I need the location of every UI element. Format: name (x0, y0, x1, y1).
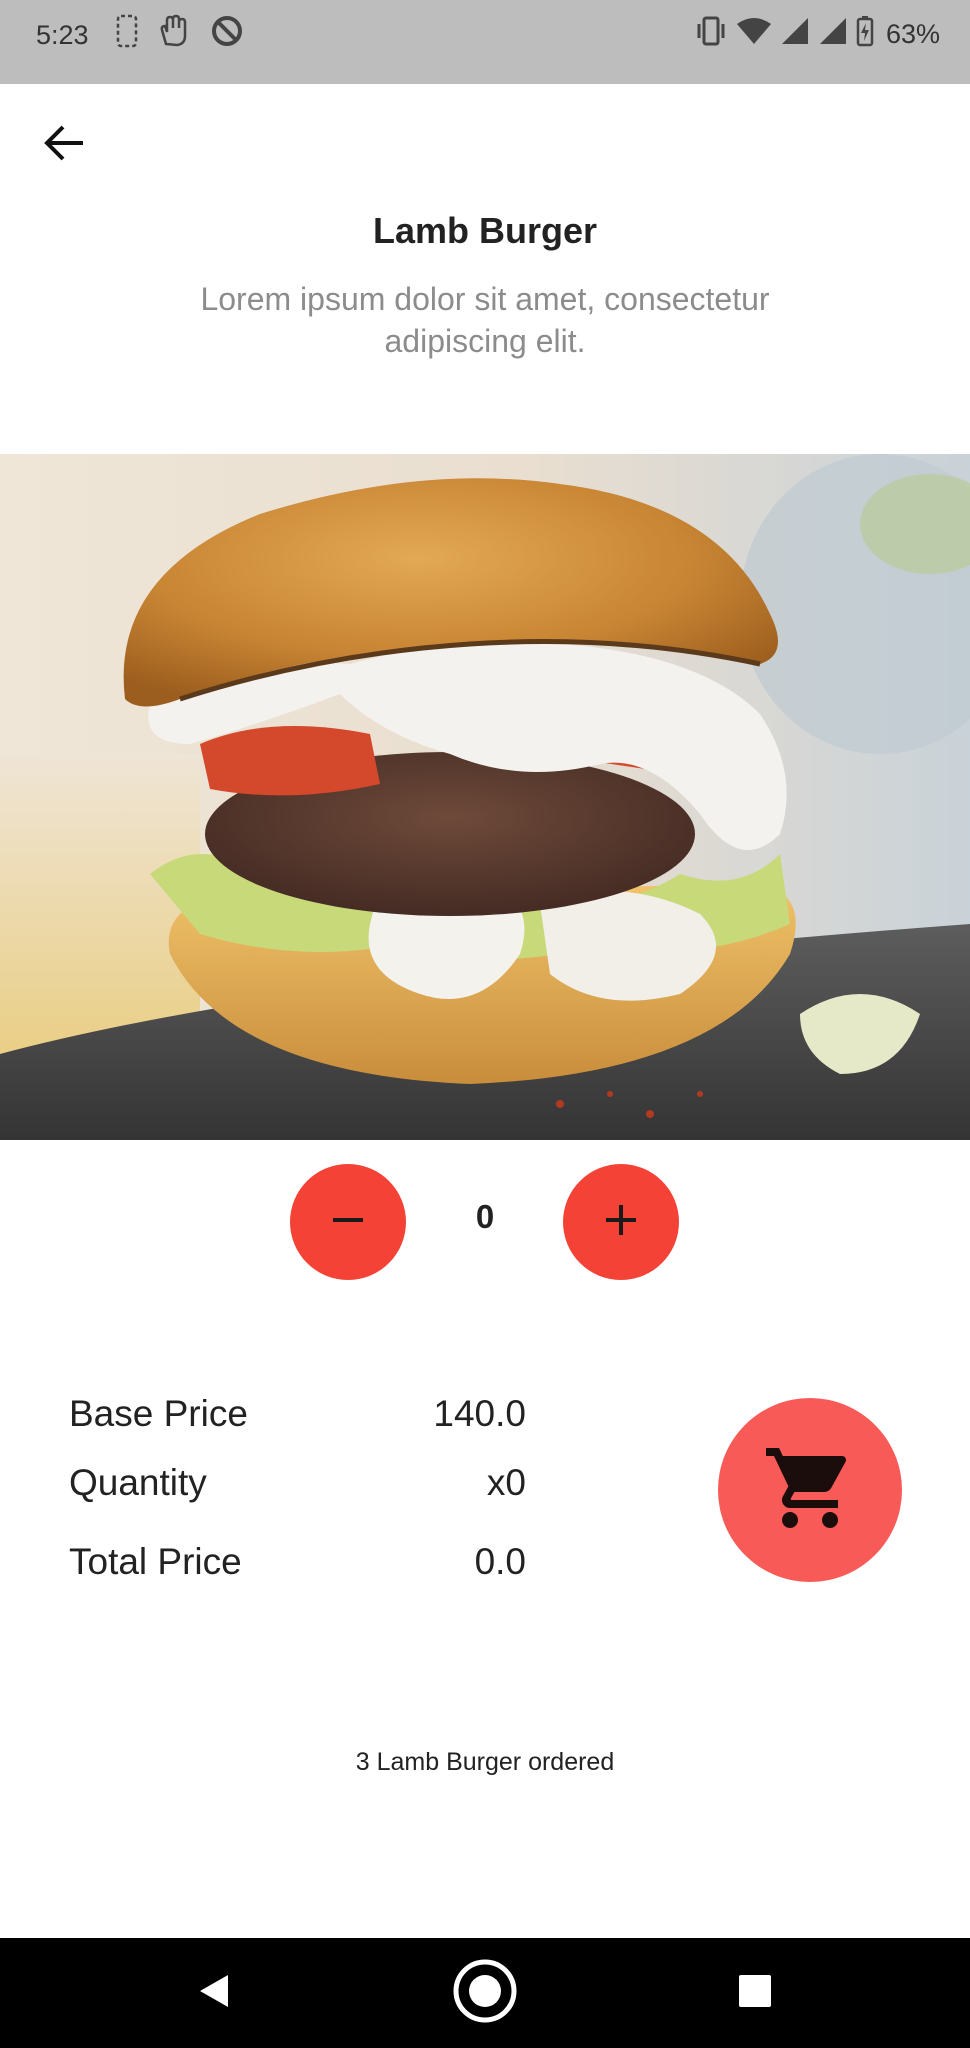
back-button[interactable] (36, 116, 94, 174)
product-detail-screen: 5:23 63% Lamb Burger Lorem ipsum dolor s… (0, 0, 970, 2048)
status-bar: 5:23 63% (0, 0, 970, 84)
product-title: Lamb Burger (372, 210, 598, 251)
nav-recents-icon (737, 1973, 773, 2014)
do-not-disturb-icon (210, 14, 244, 55)
quantity-value: 0 (475, 1198, 495, 1235)
wifi-icon (736, 16, 772, 53)
hand-gesture-icon (158, 14, 190, 55)
quantity-label: Quantity (69, 1462, 207, 1503)
sim-card-icon (116, 14, 138, 55)
decrease-quantity-button[interactable] (290, 1164, 406, 1280)
shopping-cart-icon (762, 1440, 858, 1541)
base-price-value: 140.0 (433, 1393, 526, 1434)
add-to-cart-button[interactable] (718, 1398, 902, 1582)
battery-percent: 63% (885, 18, 940, 49)
nav-home-icon (451, 1957, 519, 2030)
plus-icon (603, 1202, 639, 1243)
cell-signal-icon (818, 16, 848, 53)
product-image (0, 454, 970, 1140)
cell-signal-icon (780, 16, 810, 53)
status-right-icons: 63% (694, 15, 940, 54)
nav-back-button[interactable] (154, 1938, 274, 2048)
total-price-label: Total Price (69, 1541, 242, 1582)
nav-home-button[interactable] (425, 1938, 545, 2048)
order-status-text: 3 Lamb Burger ordered (355, 1748, 615, 1776)
product-description: Lorem ipsum dolor sit amet, consectetur … (200, 281, 770, 359)
total-price-value: 0.0 (474, 1541, 526, 1582)
nav-back-icon (194, 1971, 234, 2016)
vibrate-icon (694, 16, 728, 53)
system-nav-bar (0, 1938, 970, 2048)
arrow-left-icon (43, 123, 87, 168)
base-price-label: Base Price (69, 1393, 248, 1434)
minus-icon (330, 1202, 366, 1243)
increase-quantity-button[interactable] (563, 1164, 679, 1280)
nav-recents-button[interactable] (695, 1938, 815, 2048)
status-left-icons (116, 14, 244, 55)
battery-charging-icon (856, 15, 874, 54)
quantity-multiplier-value: x0 (486, 1462, 526, 1503)
status-time: 5:23 (36, 20, 89, 50)
